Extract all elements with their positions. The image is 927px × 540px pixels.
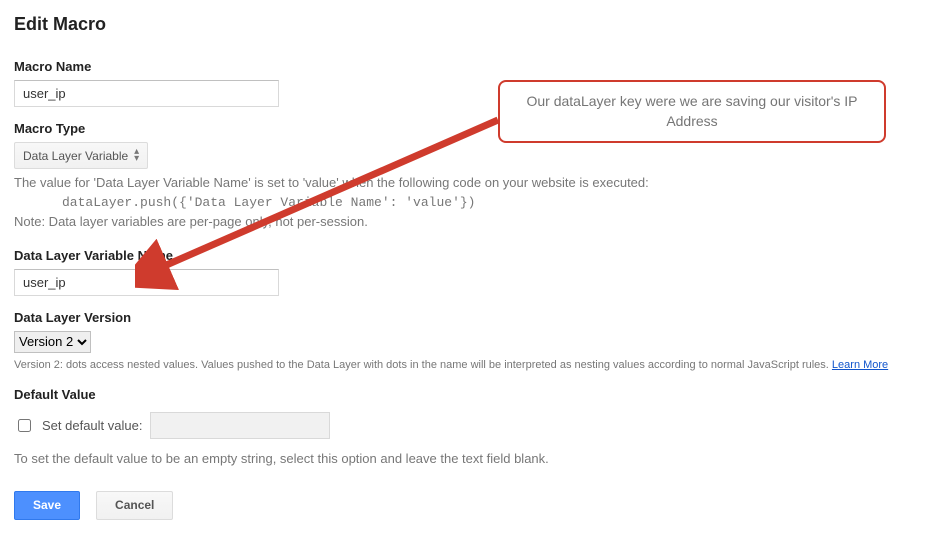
sort-caret-icon: ▴▾: [134, 147, 139, 164]
version-select[interactable]: Version 2: [14, 331, 91, 353]
page-title: Edit Macro: [14, 14, 913, 35]
default-value-input[interactable]: [150, 412, 330, 439]
cancel-button[interactable]: Cancel: [96, 491, 173, 520]
annotation-text: Our dataLayer key were we are saving our…: [526, 93, 857, 129]
version-help: Version 2: dots access nested values. Va…: [14, 359, 829, 371]
learn-more-link[interactable]: Learn More: [832, 359, 888, 371]
macro-name-label: Macro Name: [14, 59, 913, 74]
default-value-help: To set the default value to be an empty …: [14, 449, 913, 469]
default-value-label: Default Value: [14, 387, 913, 402]
macro-name-input[interactable]: [14, 80, 279, 107]
macro-type-help-line2: Note: Data layer variables are per-page …: [14, 212, 913, 232]
annotation-callout: Our dataLayer key were we are saving our…: [498, 80, 886, 143]
set-default-checkbox[interactable]: [18, 419, 31, 432]
save-button[interactable]: Save: [14, 491, 80, 520]
version-label: Data Layer Version: [14, 310, 913, 325]
macro-type-select[interactable]: Data Layer Variable ▴▾: [14, 142, 148, 169]
set-default-label: Set default value:: [42, 418, 142, 433]
macro-type-help-line1: The value for 'Data Layer Variable Name'…: [14, 173, 913, 193]
var-name-label: Data Layer Variable Name: [14, 248, 913, 263]
macro-type-selected: Data Layer Variable: [23, 149, 128, 163]
var-name-input[interactable]: [14, 269, 279, 296]
macro-type-help-code: dataLayer.push({'Data Layer Variable Nam…: [14, 193, 913, 213]
